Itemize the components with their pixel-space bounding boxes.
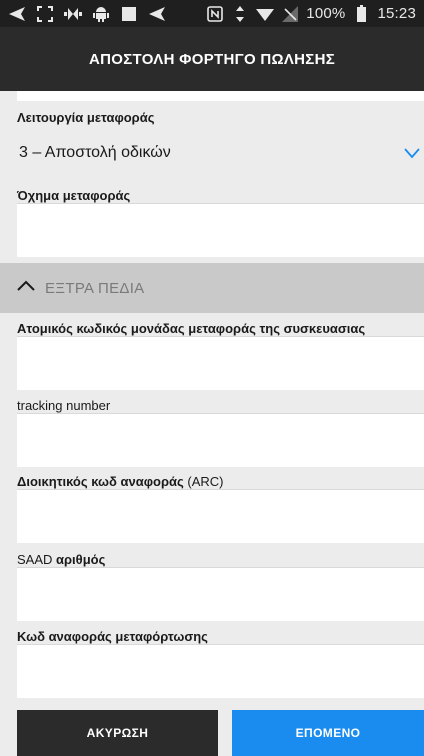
screenshot-icon bbox=[36, 5, 54, 23]
status-right-icons: 100% 15:23 bbox=[206, 5, 416, 23]
transshipment-ref-label: Κωδ αναφοράς μεταφόρτωσης bbox=[17, 629, 208, 644]
android-icon bbox=[92, 5, 110, 23]
saad-number-label: SAAD αριθμός bbox=[17, 552, 106, 567]
form-content[interactable]: Λειτουργία μεταφοράς 3 – Αποστολή οδικών… bbox=[0, 91, 424, 703]
tracking-number-label: tracking number bbox=[17, 398, 111, 413]
next-button[interactable]: ΕΠΟΜΕΝΟ bbox=[232, 710, 424, 756]
back-arrow-icon bbox=[8, 5, 26, 23]
send-icon bbox=[148, 5, 166, 23]
chevron-down-icon bbox=[404, 146, 420, 159]
data-arrows-icon bbox=[231, 5, 249, 23]
extra-fields-title: ΕΞΤΡΑ ΠΕΔΙΑ bbox=[45, 279, 145, 297]
status-left-icons bbox=[8, 5, 166, 23]
saad-number-input[interactable] bbox=[17, 567, 424, 621]
transport-vehicle-input[interactable] bbox=[17, 203, 424, 257]
cancel-button-label: ΑΚΥΡΩΣΗ bbox=[86, 726, 149, 740]
app-bar: ΑΠΟΣΤΟΛΗ ΦΟΡΤΗΓΟ ΠΩΛΗΣΗΣ bbox=[0, 27, 424, 91]
chevron-up-icon bbox=[17, 279, 35, 297]
cancel-button[interactable]: ΑΚΥΡΩΣΗ bbox=[17, 710, 218, 756]
battery-percent: 100% bbox=[306, 5, 346, 22]
transport-function-select[interactable]: 3 – Αποστολή οδικών bbox=[17, 133, 424, 173]
transport-function-value: 3 – Αποστολή οδικών bbox=[19, 144, 171, 161]
previous-field-bottom bbox=[17, 91, 424, 101]
status-bar: 100% 15:23 bbox=[0, 0, 424, 27]
next-button-label: ΕΠΟΜΕΝΟ bbox=[295, 726, 361, 740]
arc-input[interactable] bbox=[17, 489, 424, 543]
extra-fields-toggle[interactable]: ΕΞΤΡΑ ΠΕΔΙΑ bbox=[0, 263, 424, 313]
page-title: ΑΠΟΣΤΟΛΗ ΦΟΡΤΗΓΟ ΠΩΛΗΣΗΣ bbox=[88, 50, 336, 68]
media-icon bbox=[64, 5, 82, 23]
atomic-code-label: Ατομικός κωδικός μονάδας μεταφοράς της σ… bbox=[17, 321, 366, 336]
tracking-number-input[interactable] bbox=[17, 413, 424, 467]
transport-function-label: Λειτουργία μεταφοράς bbox=[17, 110, 155, 125]
clock: 15:23 bbox=[377, 5, 416, 22]
square-icon bbox=[120, 5, 138, 23]
transport-vehicle-label: Όχημα μεταφοράς bbox=[17, 188, 131, 203]
footer-actions: ΑΚΥΡΩΣΗ ΕΠΟΜΕΝΟ bbox=[0, 703, 424, 756]
transshipment-ref-input[interactable] bbox=[17, 644, 424, 698]
nfc-icon bbox=[206, 5, 224, 23]
atomic-code-input[interactable] bbox=[17, 336, 424, 390]
battery-icon bbox=[352, 5, 370, 23]
wifi-icon bbox=[256, 5, 275, 23]
no-signal-icon bbox=[281, 5, 299, 23]
arc-label: Διοικητικός κωδ αναφοράς (ARC) bbox=[17, 474, 224, 489]
